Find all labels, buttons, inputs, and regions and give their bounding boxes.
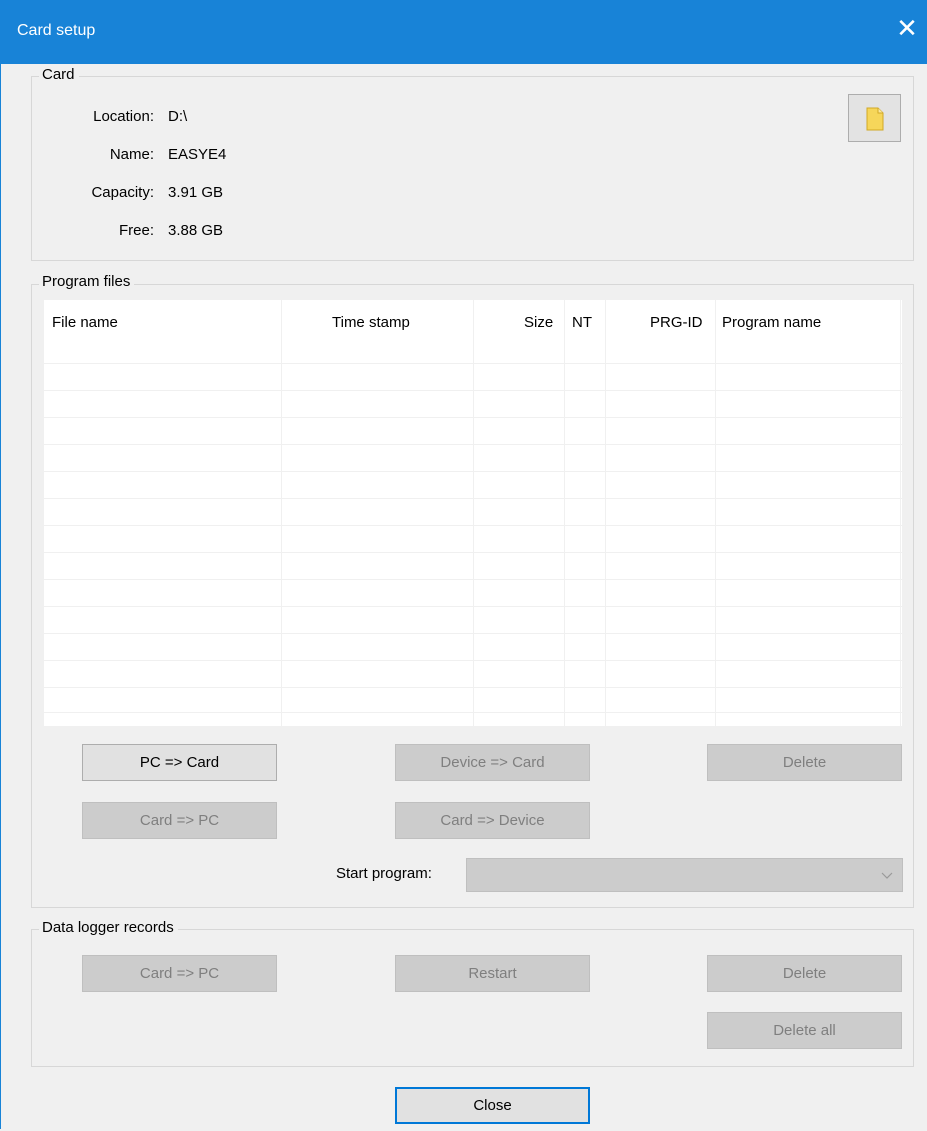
logger-delete-button[interactable]: Delete — [707, 955, 902, 992]
start-program-label: Start program: — [336, 865, 432, 882]
row-divider — [44, 390, 902, 391]
name-label: Name: — [109, 146, 154, 163]
row-divider — [44, 552, 902, 553]
column-header-prg-id[interactable]: PRG-ID — [650, 300, 703, 345]
row-divider — [44, 471, 902, 472]
free-label: Free: — [118, 222, 154, 239]
title-bar: Card setup ✕ — [1, 0, 927, 64]
column-header-size[interactable]: Size — [524, 300, 553, 345]
chevron-down-icon — [881, 872, 893, 879]
row-divider — [44, 712, 902, 713]
column-header-program-name[interactable]: Program name — [722, 300, 821, 345]
logger-delete-all-button[interactable]: Delete all — [707, 1012, 902, 1049]
start-program-select[interactable] — [466, 858, 903, 892]
column-header-file-name[interactable]: File name — [52, 300, 118, 345]
row-divider — [44, 525, 902, 526]
row-divider — [44, 444, 902, 445]
name-value: EASYE4 — [168, 146, 227, 163]
location-label: Location: — [93, 108, 154, 125]
row-divider — [44, 417, 902, 418]
pc-to-card-button[interactable]: PC => Card — [82, 744, 277, 781]
card-setup-dialog: Card setup ✕ Card Location: D:\ Name: EA… — [0, 0, 927, 1129]
free-value: 3.88 GB — [168, 222, 224, 239]
capacity-value: 3.91 GB — [168, 184, 224, 201]
location-value: D:\ — [168, 108, 188, 125]
close-button[interactable]: Close — [395, 1087, 590, 1124]
card-to-pc-button[interactable]: Card => PC — [82, 802, 277, 839]
row-divider — [44, 579, 902, 580]
capacity-label: Capacity: — [91, 184, 154, 201]
delete-program-button[interactable]: Delete — [707, 744, 902, 781]
window-title: Card setup — [17, 22, 96, 39]
row-divider — [44, 687, 902, 688]
card-group-label: Card — [39, 66, 79, 83]
column-header-time-stamp[interactable]: Time stamp — [332, 300, 410, 345]
logger-card-to-pc-button[interactable]: Card => PC — [82, 955, 277, 992]
row-divider — [44, 660, 902, 661]
row-divider — [44, 633, 902, 634]
program-files-group-label: Program files — [39, 273, 135, 290]
browse-folder-button[interactable] — [848, 94, 901, 142]
program-files-table[interactable]: File name Time stamp Size NT PRG-ID Prog… — [44, 300, 902, 726]
device-to-card-button[interactable]: Device => Card — [395, 744, 590, 781]
row-divider — [44, 498, 902, 499]
folder-icon — [866, 107, 884, 131]
row-divider — [44, 606, 902, 607]
row-divider — [44, 363, 902, 364]
data-logger-group-label: Data logger records — [39, 919, 178, 936]
card-group — [31, 76, 914, 261]
column-header-nt[interactable]: NT — [572, 300, 592, 345]
logger-restart-button[interactable]: Restart — [395, 955, 590, 992]
card-to-device-button[interactable]: Card => Device — [395, 802, 590, 839]
close-icon[interactable]: ✕ — [893, 14, 921, 42]
